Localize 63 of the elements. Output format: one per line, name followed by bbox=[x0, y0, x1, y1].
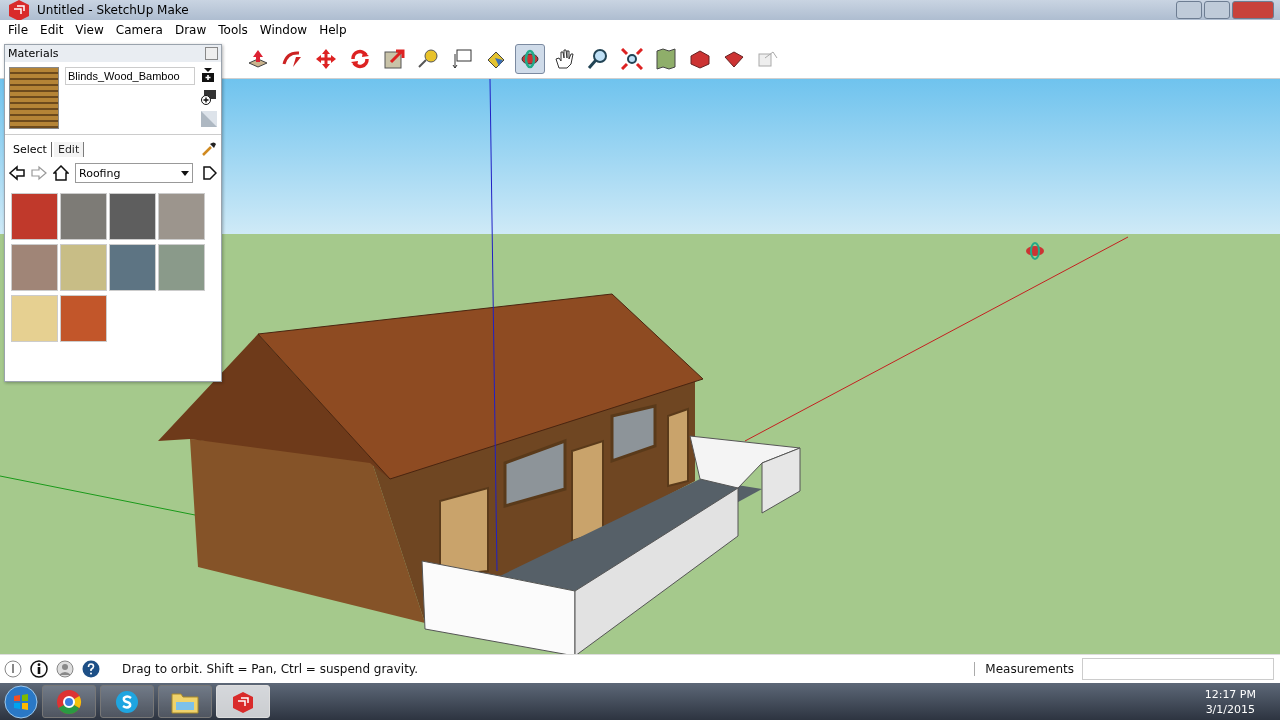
clock-time: 12:17 PM bbox=[1204, 686, 1256, 702]
taskbar-app-button[interactable] bbox=[100, 685, 154, 718]
tape-measure-icon bbox=[417, 48, 439, 70]
collection-dropdown[interactable]: Roofing bbox=[75, 163, 193, 183]
move-icon bbox=[315, 48, 337, 70]
skype-icon bbox=[114, 688, 140, 715]
clock-date: 3/1/2015 bbox=[1205, 701, 1256, 717]
zoom-icon bbox=[587, 48, 609, 70]
rotate-icon bbox=[349, 48, 371, 70]
measurements-label: Measurements bbox=[974, 662, 1074, 676]
material-swatch[interactable] bbox=[158, 193, 205, 240]
menu-item[interactable]: Camera bbox=[109, 23, 169, 37]
menu-item[interactable]: Help bbox=[313, 23, 353, 37]
chrome-icon bbox=[56, 688, 82, 715]
start-button-icon bbox=[4, 684, 38, 719]
info-icon bbox=[30, 660, 48, 678]
material-swatch[interactable] bbox=[60, 244, 107, 291]
tool-button[interactable] bbox=[515, 44, 545, 74]
menu-item[interactable]: View bbox=[69, 23, 110, 37]
panel-tab[interactable]: Edit bbox=[53, 141, 85, 157]
material-swatch[interactable] bbox=[109, 244, 156, 291]
material-swatch[interactable] bbox=[109, 193, 156, 240]
add-to-model-icon bbox=[201, 89, 217, 105]
orbit-cursor-icon bbox=[1026, 242, 1044, 260]
orbit-icon bbox=[519, 48, 541, 70]
panel-close-button[interactable] bbox=[205, 47, 218, 60]
material-swatch[interactable] bbox=[158, 244, 205, 291]
menu-item[interactable]: Window bbox=[253, 23, 314, 37]
map-icon bbox=[655, 48, 677, 70]
window-title: Untitled - SketchUp Make bbox=[37, 3, 189, 17]
back-arrow-icon bbox=[9, 165, 25, 181]
forward-arrow-icon bbox=[31, 165, 47, 181]
menu-item[interactable]: Draw bbox=[168, 23, 213, 37]
zoom-extents-icon bbox=[621, 48, 643, 70]
user-icon bbox=[56, 660, 74, 678]
create-material-icon bbox=[201, 67, 215, 83]
minimize-button[interactable] bbox=[1176, 1, 1202, 19]
eyedropper-icon bbox=[201, 141, 217, 157]
push-pull-icon bbox=[247, 48, 269, 70]
hand-icon bbox=[553, 48, 575, 70]
menu-item[interactable]: File bbox=[2, 23, 35, 37]
scale-icon bbox=[383, 48, 405, 70]
taskbar-app-button[interactable] bbox=[158, 685, 212, 718]
material-swatch[interactable] bbox=[11, 193, 58, 240]
details-arrow-icon bbox=[203, 165, 217, 181]
text-tag-icon bbox=[451, 48, 473, 70]
panel-title: Materials bbox=[8, 47, 59, 60]
material-swatch[interactable] bbox=[11, 295, 58, 342]
material-name-field[interactable]: Blinds_Wood_Bamboo bbox=[65, 67, 195, 85]
status-hint: Drag to orbit. Shift = Pan, Ctrl = suspend gravity. bbox=[122, 662, 419, 676]
material-swatch[interactable] bbox=[60, 295, 107, 342]
material-swatch[interactable] bbox=[60, 193, 107, 240]
material-swatch[interactable] bbox=[11, 244, 58, 291]
dropdown-caret-icon bbox=[181, 170, 189, 176]
menu-item[interactable]: Edit bbox=[34, 23, 70, 37]
measurements-field[interactable] bbox=[1082, 658, 1274, 680]
default-material-icon bbox=[201, 111, 217, 127]
taskbar-app-button[interactable] bbox=[42, 685, 96, 718]
menu-item[interactable]: Tools bbox=[212, 23, 254, 37]
material-thumbnail bbox=[9, 67, 59, 129]
home-icon bbox=[53, 165, 69, 181]
help-icon bbox=[82, 660, 100, 678]
maximize-button[interactable] bbox=[1204, 1, 1230, 19]
